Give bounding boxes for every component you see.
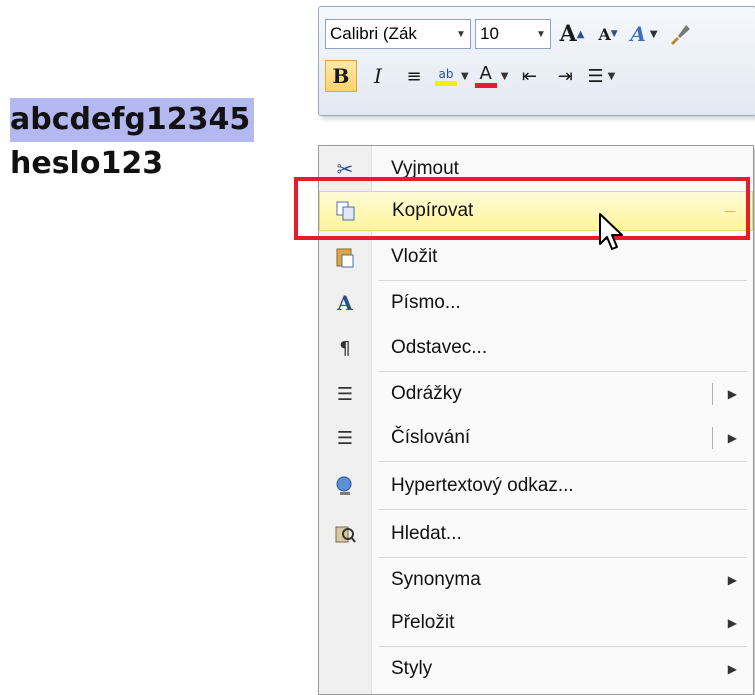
numbering-icon: ☰ xyxy=(336,427,354,449)
menu-item-styles[interactable]: Styly ▶ xyxy=(319,649,753,689)
submenu-arrow-icon[interactable]: ▶ xyxy=(728,431,737,445)
increase-indent-button[interactable]: ⇥ xyxy=(550,61,580,91)
menu-item-paste[interactable]: Vložit xyxy=(319,237,753,277)
decrease-indent-button[interactable]: ⇤ xyxy=(514,61,544,91)
bullets-icon: ☰ xyxy=(336,383,354,405)
split-separator xyxy=(712,383,713,405)
font-name-value: Calibri (Zák xyxy=(330,24,417,43)
mouse-pointer-icon xyxy=(599,213,623,250)
mini-toolbar-row-1: Calibri (Zák ▼ 10 ▼ A ▲ A ▼ A ▼ xyxy=(325,17,695,51)
hyperlink-icon xyxy=(319,475,371,497)
document-text-line[interactable]: heslo123 xyxy=(10,142,163,186)
shrink-font-icon: A xyxy=(598,24,611,44)
menu-item-research[interactable]: Hledat... xyxy=(319,514,753,554)
center-align-icon: ≡ xyxy=(406,65,422,87)
menu-separator xyxy=(379,646,747,647)
menu-item-label: Styly xyxy=(391,658,433,679)
highlight-icon: ab xyxy=(435,67,457,86)
split-separator xyxy=(712,427,713,449)
highlight-glyph: ab xyxy=(438,66,454,81)
shrink-font-button[interactable]: A ▼ xyxy=(593,19,623,49)
bold-button[interactable]: B xyxy=(325,60,357,92)
menu-item-synonyms[interactable]: Synonyma ▶ xyxy=(319,560,753,600)
menu-item-bullets[interactable]: ☰ Odrážky ▶ xyxy=(319,374,753,414)
bold-label: B xyxy=(332,64,350,88)
italic-label: I xyxy=(374,64,382,88)
menu-item-label: Odstavec... xyxy=(391,337,488,358)
annotation-highlight-box xyxy=(294,177,750,240)
grow-font-icon: A xyxy=(559,21,577,47)
chevron-down-icon[interactable]: ▼ xyxy=(532,29,550,40)
menu-item-label: Synonyma xyxy=(391,569,481,590)
font-name-combo[interactable]: Calibri (Zák ▼ xyxy=(325,19,471,49)
bullets-button[interactable]: ☰ ▼ xyxy=(586,61,616,91)
menu-item-translate[interactable]: Přeložit ▶ xyxy=(319,603,753,643)
submenu-arrow-icon[interactable]: ▶ xyxy=(728,387,737,401)
menu-item-label: Odrážky xyxy=(391,383,462,404)
menu-item-label: Hledat... xyxy=(391,523,462,544)
menu-item-label: Písmo... xyxy=(391,292,461,313)
menu-separator xyxy=(379,509,747,510)
font-size-value: 10 xyxy=(480,24,499,43)
grow-font-button[interactable]: A ▲ xyxy=(557,19,587,49)
chevron-down-icon[interactable]: ▼ xyxy=(452,29,470,40)
menu-item-label: Číslování xyxy=(391,427,471,448)
menu-separator xyxy=(379,461,747,462)
menu-item-hyperlink[interactable]: Hypertextový odkaz... xyxy=(319,466,753,506)
research-icon xyxy=(319,523,371,545)
menu-item-label: Přeložit xyxy=(391,612,455,633)
increase-indent-icon: ⇥ xyxy=(557,65,573,87)
decrease-indent-icon: ⇤ xyxy=(521,65,537,87)
styles-button[interactable]: A ▼ xyxy=(629,19,659,49)
menu-separator xyxy=(379,557,747,558)
menu-item-numbering[interactable]: ☰ Číslování ▶ xyxy=(319,418,753,458)
submenu-arrow-icon: ▶ xyxy=(727,573,737,587)
menu-item-label: Hypertextový odkaz... xyxy=(391,475,574,496)
mini-toolbar: Calibri (Zák ▼ 10 ▼ A ▲ A ▼ A ▼ B I ≡ ab… xyxy=(318,6,755,116)
mini-toolbar-row-2: B I ≡ ab ▼ A ▼ ⇤ ⇥ ☰ ▼ xyxy=(325,59,616,93)
menu-separator xyxy=(379,371,747,372)
paste-icon xyxy=(319,246,371,268)
submenu-arrow-icon: ▶ xyxy=(727,662,737,676)
font-color-icon: A xyxy=(474,62,497,88)
submenu-arrow-icon: ▶ xyxy=(727,616,737,630)
chevron-down-icon[interactable]: ▼ xyxy=(650,29,658,40)
format-painter-button[interactable] xyxy=(665,19,695,49)
italic-button[interactable]: I xyxy=(363,61,393,91)
font-size-combo[interactable]: 10 ▼ xyxy=(475,19,551,49)
menu-item-paragraph[interactable]: ¶ Odstavec... xyxy=(319,328,753,368)
menu-item-font[interactable]: A Písmo... xyxy=(319,283,753,323)
font-color-glyph: A xyxy=(479,62,492,84)
format-painter-icon xyxy=(671,25,690,45)
highlight-button[interactable]: ab ▼ xyxy=(435,61,469,91)
center-align-button[interactable]: ≡ xyxy=(399,61,429,91)
menu-separator xyxy=(379,280,747,281)
bullets-icon: ☰ xyxy=(587,65,604,87)
font-icon: A xyxy=(337,291,353,315)
paragraph-icon: ¶ xyxy=(339,337,351,359)
chevron-down-icon[interactable]: ▼ xyxy=(608,71,616,82)
styles-icon: A xyxy=(630,22,646,46)
menu-item-label: Vložit xyxy=(391,246,438,267)
chevron-down-icon[interactable]: ▼ xyxy=(461,71,469,82)
chevron-down-icon[interactable]: ▼ xyxy=(501,71,509,82)
font-color-button[interactable]: A ▼ xyxy=(474,61,509,91)
selected-text[interactable]: abcdefg12345 xyxy=(10,98,255,142)
